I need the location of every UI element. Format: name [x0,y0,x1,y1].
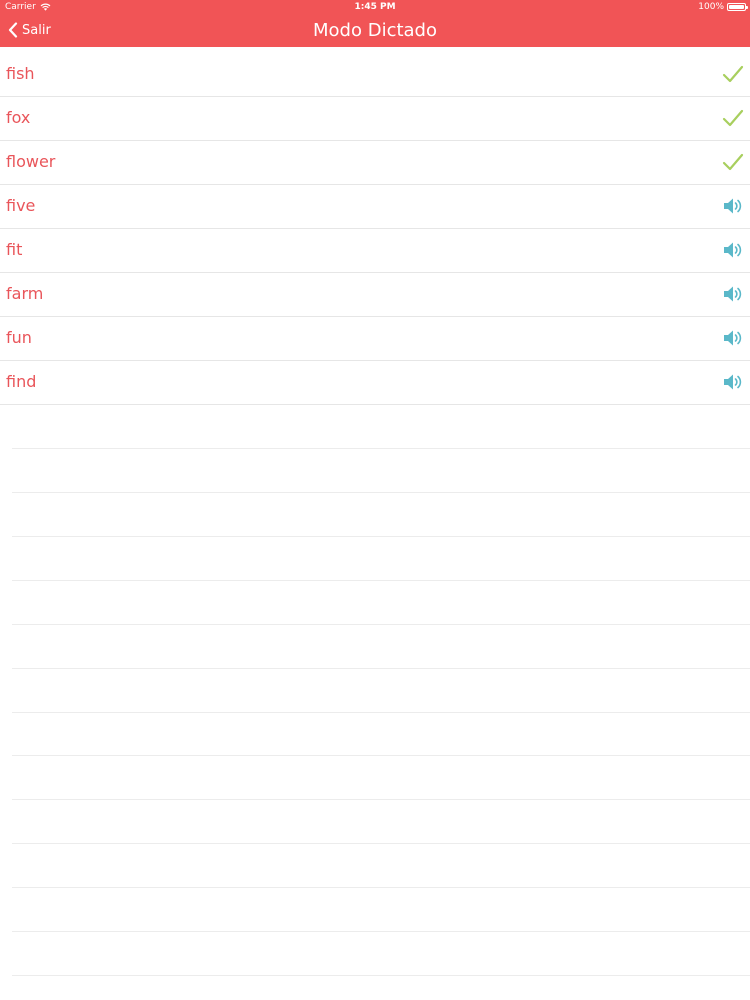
status-right: 100% [698,0,748,14]
row-divider [12,799,750,800]
speaker-icon[interactable] [722,328,744,348]
row-divider [12,492,750,493]
status-bar: Carrier 1:45 PM 100% [0,0,750,14]
word-row[interactable]: five [0,185,750,229]
word-label: farm [6,284,44,303]
word-row[interactable]: fox [0,97,750,141]
speaker-icon[interactable] [722,372,744,392]
speaker-icon[interactable] [722,196,744,216]
word-row[interactable]: flower [0,141,750,185]
row-divider [12,668,750,669]
word-label: fit [6,240,23,259]
checkmark-icon [722,152,744,172]
word-label: fish [6,64,35,83]
word-label: flower [6,152,56,171]
row-divider [12,755,750,756]
word-row[interactable]: fit [0,229,750,273]
word-label: fun [6,328,32,347]
empty-rows-area [12,405,750,1000]
status-time: 1:45 PM [354,2,396,12]
row-divider [12,448,750,449]
word-label: find [6,372,37,391]
row-divider [12,712,750,713]
word-row[interactable]: find [0,361,750,405]
nav-bar: Salir Modo Dictado [0,14,750,47]
battery-icon [727,3,748,11]
page-title: Modo Dictado [313,20,437,41]
app-screen: Carrier 1:45 PM 100% Salir Modo Dictado … [0,0,750,1000]
row-divider [12,931,750,932]
speaker-icon[interactable] [722,240,744,260]
battery-percent: 100% [698,2,724,12]
row-divider [12,843,750,844]
row-divider [12,536,750,537]
word-row[interactable]: fish [0,53,750,97]
word-list: fish fox flower five fit farm fun find [0,53,750,405]
row-divider [12,887,750,888]
word-row[interactable]: farm [0,273,750,317]
row-divider [12,975,750,976]
word-row[interactable]: fun [0,317,750,361]
header: Carrier 1:45 PM 100% Salir Modo Dictado [0,0,750,47]
row-divider [12,580,750,581]
speaker-icon[interactable] [722,284,744,304]
word-label: five [6,196,36,215]
checkmark-icon [722,108,744,128]
checkmark-icon [722,64,744,84]
row-divider [12,624,750,625]
word-label: fox [6,108,31,127]
